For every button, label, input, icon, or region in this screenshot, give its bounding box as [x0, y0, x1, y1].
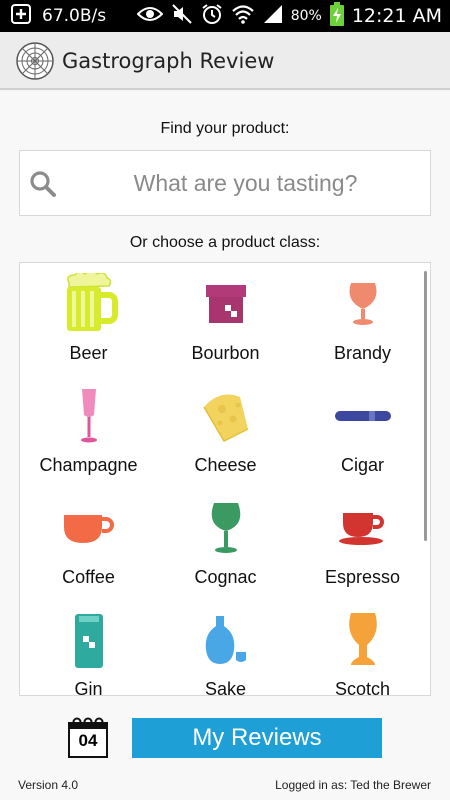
product-class-label: Coffee — [62, 567, 115, 587]
product-class-grid[interactable]: Beer Bourbon Brandy Champagne Cheese Cig… — [19, 262, 431, 696]
cognac-glass-icon — [157, 495, 294, 561]
product-class-label: Scotch — [334, 679, 391, 696]
calendar-icon[interactable]: 04 — [67, 717, 109, 759]
search-icon — [29, 170, 57, 198]
product-class-label: Sake — [204, 679, 247, 696]
logged-in-label: Logged in as: Ted the Brewer — [275, 778, 431, 792]
product-class-gin[interactable]: Gin — [20, 599, 157, 696]
calendar-day: 04 — [78, 731, 98, 750]
product-class-label: Cheese — [194, 455, 257, 475]
find-product-label: Find your product: — [160, 120, 290, 137]
battery-charging-icon — [329, 2, 344, 30]
product-class-label: Espresso — [324, 567, 401, 587]
brandy-glass-icon — [294, 271, 430, 337]
choose-class-label: Or choose a product class: — [129, 234, 321, 251]
product-class-champagne[interactable]: Champagne — [20, 375, 157, 487]
product-class-label: Beer — [69, 343, 108, 363]
product-class-sake[interactable]: Sake — [157, 599, 294, 696]
network-speed: 67.0B/s — [42, 6, 107, 26]
product-class-label: Cognac — [194, 567, 257, 587]
coffee-cup-icon — [20, 495, 157, 561]
product-class-beer[interactable]: Beer — [20, 263, 157, 375]
version-label: Version 4.0 — [18, 778, 79, 792]
product-class-label: Brandy — [333, 343, 392, 363]
product-class-label: Bourbon — [191, 343, 260, 363]
product-class-bourbon[interactable]: Bourbon — [157, 263, 294, 375]
search-box[interactable] — [19, 150, 431, 216]
app-title: Gastrograph Review — [62, 49, 275, 73]
product-class-espresso[interactable]: Espresso — [294, 487, 430, 599]
espresso-cup-icon — [294, 495, 430, 561]
eye-icon — [136, 4, 164, 28]
sake-bottle-icon — [157, 607, 294, 673]
product-class-cheese[interactable]: Cheese — [157, 375, 294, 487]
my-reviews-button[interactable]: My Reviews — [132, 718, 382, 758]
alarm-icon — [201, 3, 223, 29]
product-class-label: Gin — [74, 679, 103, 696]
bourbon-barrel-icon — [157, 271, 294, 337]
download-icon — [10, 3, 32, 29]
grid-scrollbar[interactable] — [424, 271, 427, 541]
main-content: Find your product: Or choose a product c… — [0, 92, 450, 800]
beer-mug-icon — [20, 271, 157, 337]
clock: 12:21 AM — [351, 5, 442, 27]
scotch-glass-icon — [294, 607, 430, 673]
product-class-label: Cigar — [340, 455, 384, 475]
cheese-icon — [157, 383, 294, 449]
signal-icon — [263, 4, 283, 28]
product-class-cognac[interactable]: Cognac — [157, 487, 294, 599]
champagne-flute-icon — [20, 383, 157, 449]
gin-bottle-icon — [20, 607, 157, 673]
product-class-brandy[interactable]: Brandy — [294, 263, 430, 375]
product-class-cigar[interactable]: Cigar — [294, 375, 430, 487]
status-bar: 67.0B/s 80% 12:21 AM — [0, 0, 450, 32]
cigar-icon — [294, 383, 430, 449]
product-class-coffee[interactable]: Coffee — [20, 487, 157, 599]
radar-web-icon[interactable] — [15, 41, 55, 81]
wifi-icon — [231, 4, 255, 28]
action-bar: Gastrograph Review — [0, 32, 450, 90]
mute-icon — [171, 3, 193, 29]
product-class-scotch[interactable]: Scotch — [294, 599, 430, 696]
battery-percent: 80% — [290, 8, 322, 24]
search-input[interactable] — [68, 151, 423, 215]
product-class-label: Champagne — [39, 455, 138, 475]
